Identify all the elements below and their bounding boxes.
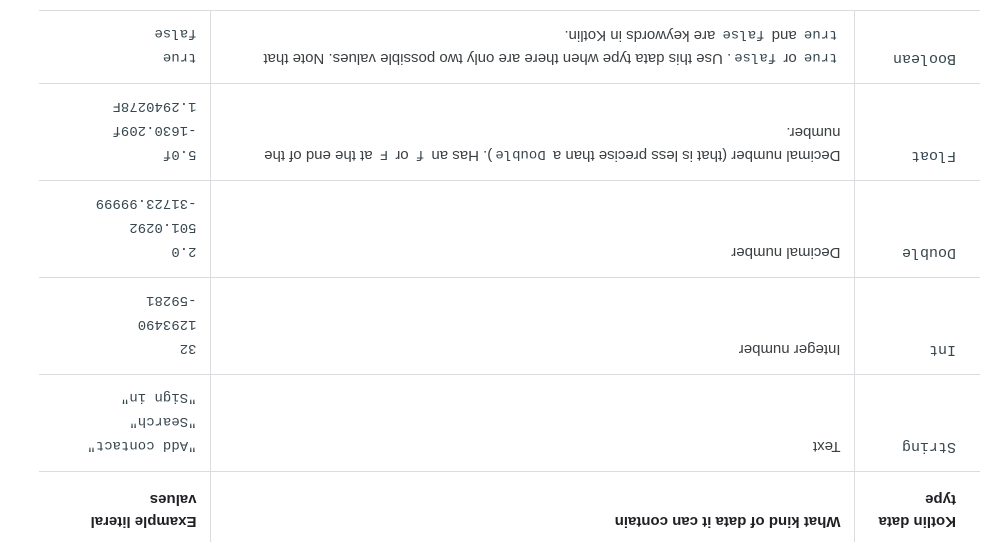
inline-code: true bbox=[803, 49, 838, 66]
type-cell: Double bbox=[855, 181, 980, 278]
header-examples: Example literal values bbox=[39, 472, 211, 542]
type-cell: Boolean bbox=[855, 11, 980, 84]
examples-cell: 5.0f -1630.209f 1.2940278F bbox=[39, 84, 211, 181]
table-row-string: String Text "Add contact" "Search" "Sign… bbox=[39, 375, 980, 472]
kind-cell: Text bbox=[211, 375, 855, 472]
examples-cell: true false bbox=[39, 11, 211, 84]
table-row-double: Double Decimal number 2.0 501.0292 -3172… bbox=[39, 181, 980, 278]
rotated-page: Kotlin data type What kind of data it ca… bbox=[0, 0, 1006, 558]
inline-code: false bbox=[722, 26, 765, 43]
type-cell: Int bbox=[855, 278, 980, 375]
example-value: -31723.99999 bbox=[95, 195, 197, 212]
kind-cell: true or false. Use this data type when t… bbox=[211, 11, 855, 84]
example-value: "Search" bbox=[129, 413, 197, 430]
kind-text: and bbox=[771, 27, 797, 45]
example-value: "Sign in" bbox=[120, 389, 197, 406]
table-header-row: Kotlin data type What kind of data it ca… bbox=[39, 472, 980, 542]
example-value: true bbox=[162, 49, 197, 66]
type-cell: String bbox=[855, 375, 980, 472]
kind-text: or bbox=[783, 50, 797, 68]
kotlin-data-types-table: Kotlin data type What kind of data it ca… bbox=[39, 11, 980, 542]
example-value: 1293490 bbox=[137, 316, 197, 333]
kind-text: ). Has an bbox=[431, 147, 493, 165]
example-value: -59281 bbox=[146, 292, 197, 309]
kind-text: Decimal number (that is less precise tha… bbox=[552, 147, 841, 165]
table-row-int: Int Integer number 32 1293490 -59281 bbox=[39, 278, 980, 375]
kind-cell: Decimal number bbox=[211, 181, 855, 278]
inline-code: true bbox=[803, 26, 838, 43]
examples-cell: 2.0 501.0292 -31723.99999 bbox=[39, 181, 211, 278]
example-value: 5.0f bbox=[162, 146, 197, 163]
example-value: -1630.209f bbox=[112, 122, 197, 139]
inline-code: false bbox=[734, 49, 777, 66]
kind-text: . Use this data type when there are only… bbox=[263, 50, 732, 68]
examples-cell: 32 1293490 -59281 bbox=[39, 278, 211, 375]
inline-code: Double bbox=[495, 146, 546, 163]
example-value: "Add contact" bbox=[87, 437, 197, 454]
header-kind: What kind of data it can contain bbox=[211, 472, 855, 542]
example-value: false bbox=[154, 25, 197, 42]
table-row-boolean: Boolean true or false. Use this data typ… bbox=[39, 11, 980, 84]
example-value: 501.0292 bbox=[129, 219, 197, 236]
inline-code: F bbox=[379, 146, 389, 163]
type-cell: Float bbox=[855, 84, 980, 181]
examples-cell: "Add contact" "Search" "Sign in" bbox=[39, 375, 211, 472]
inline-code: f bbox=[415, 146, 425, 163]
header-type: Kotlin data type bbox=[855, 472, 980, 542]
kind-cell: Decimal number (that is less precise tha… bbox=[211, 84, 855, 181]
example-value: 2.0 bbox=[171, 243, 197, 260]
example-value: 1.2940278F bbox=[112, 98, 197, 115]
kind-text: are keywords in Kotlin. bbox=[564, 27, 716, 45]
example-value: 32 bbox=[179, 340, 197, 357]
table-row-float: Float Decimal number (that is less preci… bbox=[39, 84, 980, 181]
kind-cell: Integer number bbox=[211, 278, 855, 375]
kind-text: or bbox=[395, 147, 409, 165]
